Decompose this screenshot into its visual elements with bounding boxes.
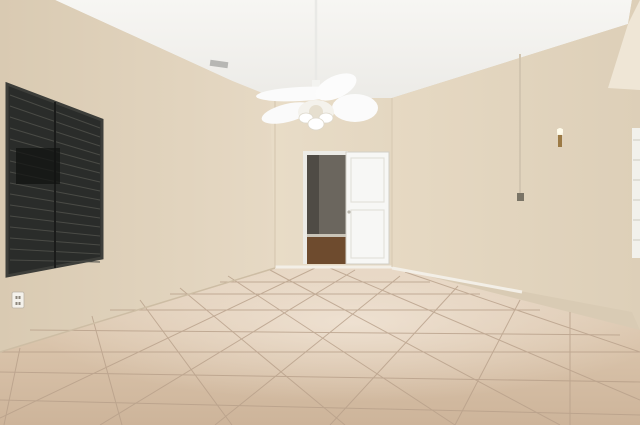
open-door [345, 151, 390, 265]
room-photo [0, 0, 640, 425]
wall-outlet [11, 291, 25, 309]
doorway [303, 151, 348, 264]
junction-box [517, 193, 524, 201]
right-window-edge [632, 128, 640, 258]
